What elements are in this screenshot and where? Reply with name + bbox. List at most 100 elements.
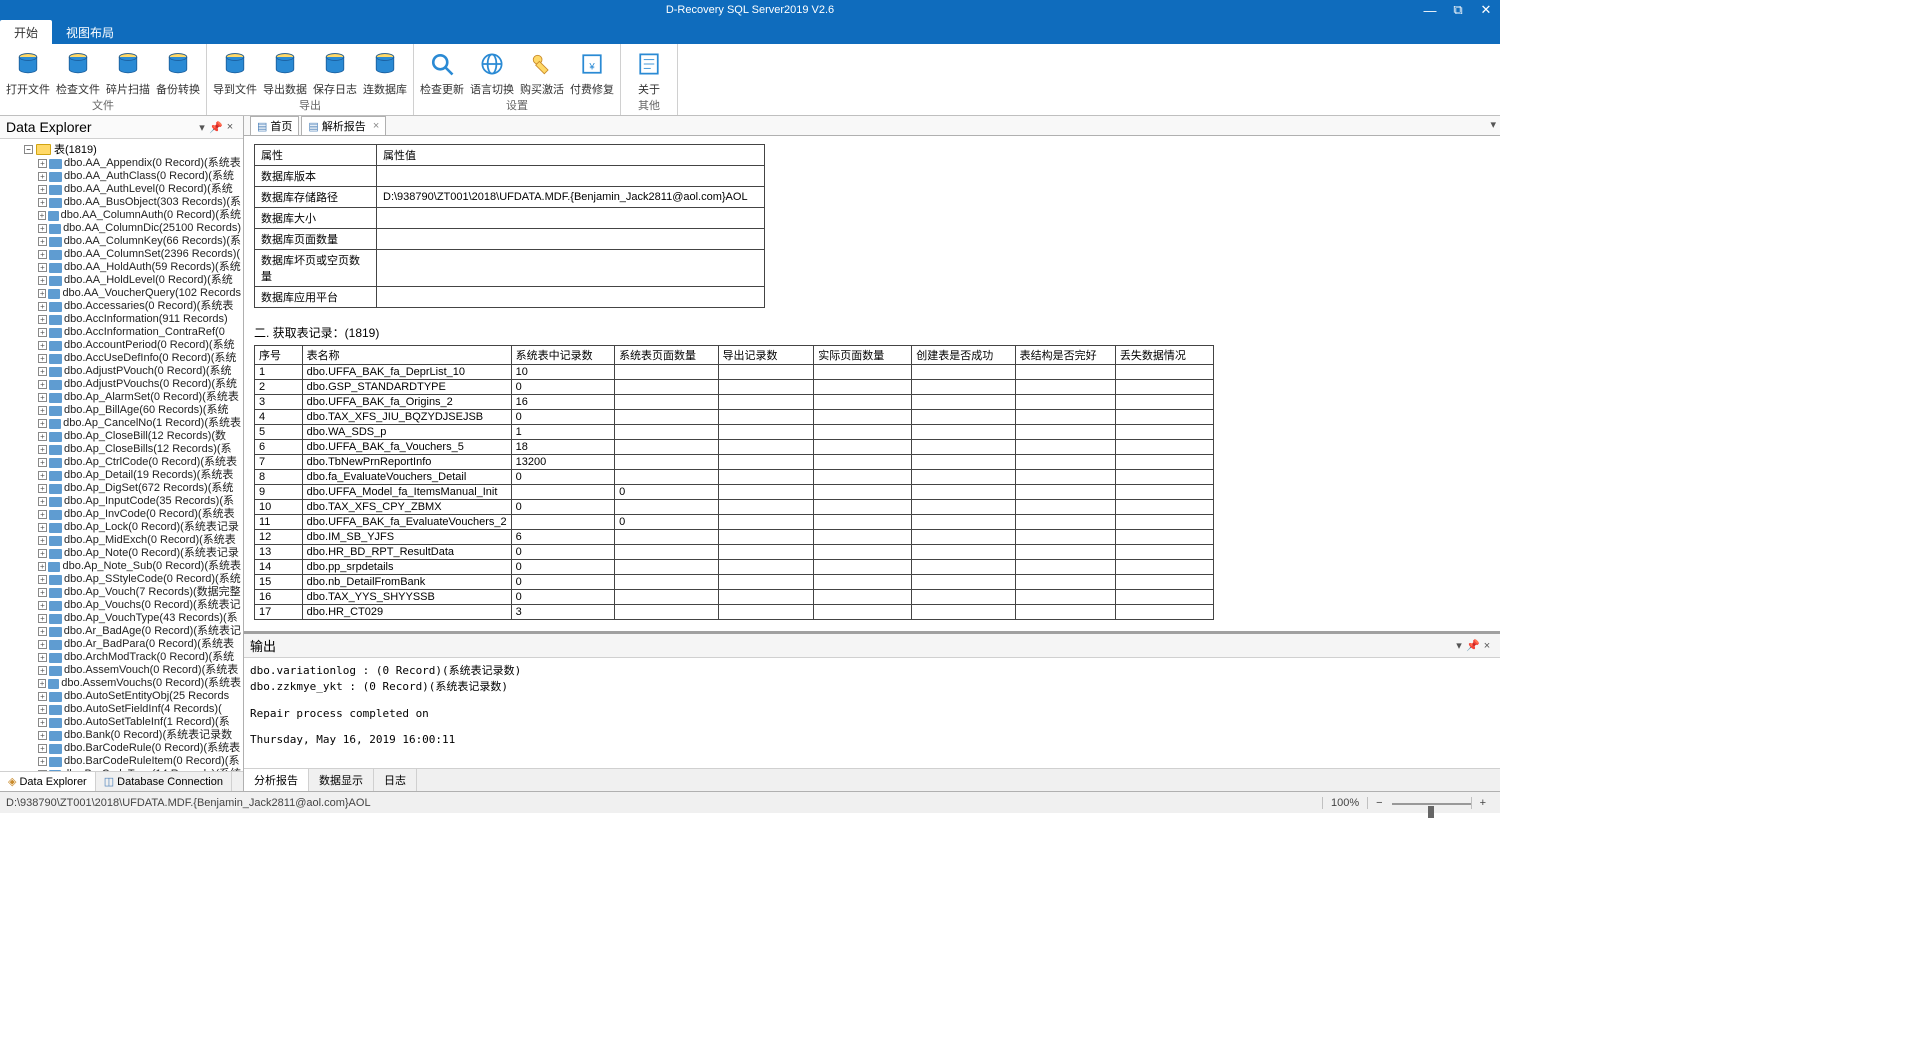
expand-icon[interactable]: +	[38, 536, 47, 545]
output-pin-icon[interactable]: 📌	[1466, 639, 1480, 652]
tree-node[interactable]: +dbo.Ap_CtrlCode(0 Record)(系统表	[24, 456, 241, 469]
table-row[interactable]: 14dbo.pp_srpdetails0	[255, 560, 1214, 575]
status-zoom-in[interactable]: +	[1471, 797, 1494, 809]
tree-node[interactable]: +dbo.AutoSetTableInf(1 Record)(系	[24, 716, 241, 729]
expand-icon[interactable]: +	[38, 757, 47, 766]
tree-node[interactable]: +dbo.Ap_Lock(0 Record)(系统表记录	[24, 521, 241, 534]
table-row[interactable]: 3dbo.UFFA_BAK_fa_Origins_216	[255, 395, 1214, 410]
sidebar-tab-explorer[interactable]: ◈Data Explorer	[0, 772, 96, 791]
tree-node[interactable]: +dbo.AA_ColumnAuth(0 Record)(系统	[24, 209, 241, 222]
table-row[interactable]: 7dbo.TbNewPrnReportInfo13200	[255, 455, 1214, 470]
tab-close-icon[interactable]: ×	[373, 120, 379, 132]
output-dropdown-icon[interactable]: ▾	[1452, 639, 1466, 652]
tree-node[interactable]: +dbo.Ap_InputCode(35 Records)(系	[24, 495, 241, 508]
doc-tab-report[interactable]: ▤解析报告×	[301, 116, 386, 135]
tree-node[interactable]: +dbo.AccInformation(911 Records)	[24, 313, 241, 326]
tree-node[interactable]: +dbo.AssemVouchs(0 Record)(系统表	[24, 677, 241, 690]
table-row[interactable]: 4dbo.TAX_XFS_JIU_BQZYDJSEJSB0	[255, 410, 1214, 425]
expand-icon[interactable]: +	[38, 237, 47, 246]
tree-node[interactable]: +dbo.Ap_CloseBill(12 Records)(数	[24, 430, 241, 443]
expand-icon[interactable]: +	[38, 406, 47, 415]
tree-node[interactable]: +dbo.BarCodeRule(0 Record)(系统表	[24, 742, 241, 755]
tree-node[interactable]: +dbo.Ap_InvCode(0 Record)(系统表	[24, 508, 241, 521]
tree-node[interactable]: +dbo.AA_AuthClass(0 Record)(系统	[24, 170, 241, 183]
expand-icon[interactable]: +	[38, 705, 47, 714]
expand-icon[interactable]: +	[38, 523, 47, 532]
table-row[interactable]: 17dbo.HR_CT0293	[255, 605, 1214, 620]
table-row[interactable]: 10dbo.TAX_XFS_CPY_ZBMX0	[255, 500, 1214, 515]
sidebar-close-icon[interactable]: ×	[223, 121, 237, 133]
table-row[interactable]: 12dbo.IM_SB_YJFS6	[255, 530, 1214, 545]
expand-icon[interactable]: +	[38, 224, 47, 233]
tree-node[interactable]: +dbo.AA_HoldLevel(0 Record)(系统	[24, 274, 241, 287]
menu-tab-start[interactable]: 开始	[0, 20, 52, 44]
expand-icon[interactable]: +	[38, 328, 47, 337]
expand-icon[interactable]: +	[38, 666, 47, 675]
sidebar-tab-dbconn[interactable]: ◫Database Connection	[96, 772, 232, 791]
expand-icon[interactable]: +	[38, 497, 47, 506]
expand-icon[interactable]: +	[38, 159, 47, 168]
expand-icon[interactable]: +	[38, 562, 46, 571]
table-row[interactable]: 8dbo.fa_EvaluateVouchers_Detail0	[255, 470, 1214, 485]
expand-icon[interactable]: +	[38, 263, 47, 272]
tree-node[interactable]: +dbo.AA_HoldAuth(59 Records)(系统	[24, 261, 241, 274]
tree-node[interactable]: +dbo.AA_VoucherQuery(102 Records	[24, 287, 241, 300]
expand-icon[interactable]: +	[38, 588, 47, 597]
tree-node[interactable]: +dbo.ArchModTrack(0 Record)(系统	[24, 651, 241, 664]
table-row[interactable]: 9dbo.UFFA_Model_fa_ItemsManual_Init0	[255, 485, 1214, 500]
close-button[interactable]: ✕	[1472, 0, 1500, 20]
doc-tab-home[interactable]: ▤首页	[250, 116, 299, 135]
tree-node[interactable]: +dbo.Ap_CloseBills(12 Records)(系	[24, 443, 241, 456]
tree-node[interactable]: +dbo.Ap_Note(0 Record)(系统表记录	[24, 547, 241, 560]
expand-icon[interactable]: +	[38, 614, 47, 623]
sidebar-dropdown-icon[interactable]: ▾	[195, 121, 209, 134]
tree-node[interactable]: +dbo.Ar_BadAge(0 Record)(系统表记	[24, 625, 241, 638]
tree-node[interactable]: +dbo.Ap_AlarmSet(0 Record)(系统表	[24, 391, 241, 404]
table-row[interactable]: 13dbo.HR_BD_RPT_ResultData0	[255, 545, 1214, 560]
ribbon-保存日志[interactable]: 保存日志	[311, 46, 359, 97]
ribbon-打开文件[interactable]: 打开文件	[4, 46, 52, 97]
expand-icon[interactable]: +	[38, 172, 47, 181]
expand-icon[interactable]: +	[38, 640, 47, 649]
expand-icon[interactable]: +	[38, 471, 47, 480]
expand-icon[interactable]: +	[38, 198, 47, 207]
tree-node[interactable]: +dbo.Accessaries(0 Record)(系统表	[24, 300, 241, 313]
expand-icon[interactable]: +	[38, 679, 46, 688]
tree-node[interactable]: +dbo.AA_ColumnSet(2396 Records)(	[24, 248, 241, 261]
tree-node[interactable]: +dbo.Ap_SStyleCode(0 Record)(系统	[24, 573, 241, 586]
tree-node[interactable]: +dbo.AccInformation_ContraRef(0	[24, 326, 241, 339]
expand-icon[interactable]: +	[38, 289, 46, 298]
sidebar-pin-icon[interactable]: 📌	[209, 121, 223, 134]
expand-icon[interactable]: +	[38, 653, 47, 662]
expand-icon[interactable]: +	[38, 744, 47, 753]
expand-icon[interactable]: +	[38, 354, 47, 363]
output-tab-data[interactable]: 数据显示	[309, 769, 374, 791]
table-row[interactable]: 11dbo.UFFA_BAK_fa_EvaluateVouchers_20	[255, 515, 1214, 530]
ribbon-检查更新[interactable]: 检查更新	[418, 46, 466, 97]
tree-node[interactable]: +dbo.AdjustPVouch(0 Record)(系统	[24, 365, 241, 378]
expand-icon[interactable]: +	[38, 393, 47, 402]
expand-icon[interactable]: +	[38, 315, 47, 324]
tree-node[interactable]: +dbo.Ap_BillAge(60 Records)(系统	[24, 404, 241, 417]
ribbon-连数据库[interactable]: 连数据库	[361, 46, 409, 97]
expand-icon[interactable]: +	[38, 211, 46, 220]
expand-icon[interactable]: +	[38, 627, 47, 636]
menu-tab-viewlayout[interactable]: 视图布局	[52, 20, 128, 44]
tree-node[interactable]: +dbo.AA_Appendix(0 Record)(系统表	[24, 157, 241, 170]
table-row[interactable]: 5dbo.WA_SDS_p1	[255, 425, 1214, 440]
tree-node[interactable]: +dbo.Ap_CancelNo(1 Record)(系统表	[24, 417, 241, 430]
tree-node[interactable]: +dbo.AssemVouch(0 Record)(系统表	[24, 664, 241, 677]
ribbon-语言切换[interactable]: 语言切换	[468, 46, 516, 97]
tree-node[interactable]: +dbo.Ar_BadPara(0 Record)(系统表	[24, 638, 241, 651]
tree-node[interactable]: +dbo.AccountPeriod(0 Record)(系统	[24, 339, 241, 352]
expand-icon[interactable]: +	[38, 601, 47, 610]
expand-icon[interactable]: +	[38, 276, 47, 285]
status-zoom-out[interactable]: −	[1367, 797, 1390, 809]
ribbon-备份转换[interactable]: 备份转换	[154, 46, 202, 97]
tree-view[interactable]: − 表(1819) +dbo.AA_Appendix(0 Record)(系统表…	[0, 139, 243, 771]
expand-icon[interactable]: +	[38, 510, 47, 519]
table-row[interactable]: 6dbo.UFFA_BAK_fa_Vouchers_518	[255, 440, 1214, 455]
output-close-icon[interactable]: ×	[1480, 640, 1494, 652]
tree-node[interactable]: +dbo.AccUseDefInfo(0 Record)(系统	[24, 352, 241, 365]
ribbon-碎片扫描[interactable]: 碎片扫描	[104, 46, 152, 97]
